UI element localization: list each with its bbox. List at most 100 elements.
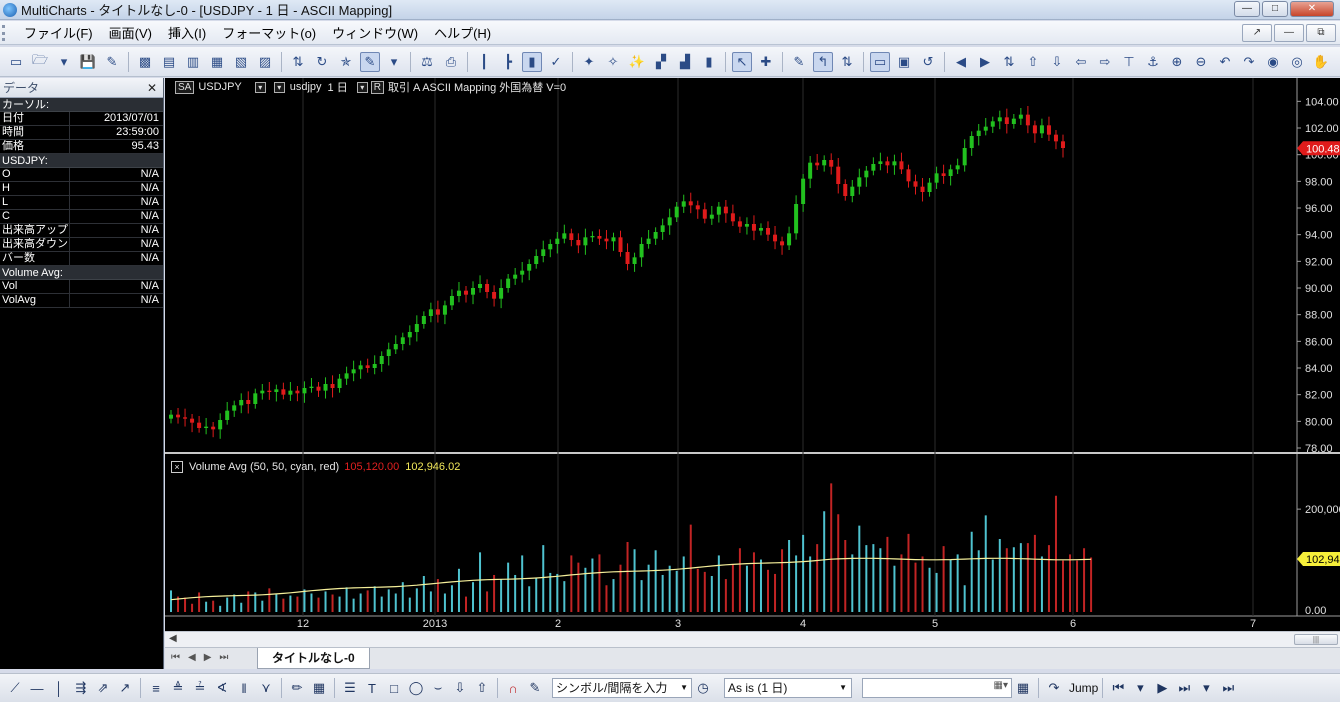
move-right-icon[interactable]: ⇨: [1095, 52, 1115, 72]
step-forward-icon[interactable]: ⏭: [1175, 678, 1193, 698]
format-icon[interactable]: ✯: [336, 52, 356, 72]
tick-bar-icon[interactable]: ▮: [699, 52, 719, 72]
rectangle-icon[interactable]: □: [385, 678, 403, 698]
fib-time-icon[interactable]: ≟: [191, 678, 209, 698]
time-zones-icon[interactable]: ‖: [235, 678, 253, 698]
scroll-left-arrow-icon[interactable]: ◀: [169, 633, 177, 644]
scanner-window-icon[interactable]: ▤: [159, 52, 179, 72]
data-window-icon[interactable]: ▭: [870, 51, 890, 72]
scrollbar-thumb[interactable]: |||: [1294, 634, 1338, 645]
tab-untitled[interactable]: タイトルなし-0: [257, 648, 370, 669]
menu-insert[interactable]: 挿入(I): [160, 23, 214, 42]
insert-indicator-icon[interactable]: ⇅: [288, 52, 308, 72]
grid-icon[interactable]: ▦: [310, 678, 328, 698]
anchor-icon[interactable]: ⚓: [1143, 52, 1163, 72]
close-icon[interactable]: ✕: [147, 78, 157, 98]
zoom-out-icon[interactable]: ⊖: [1191, 52, 1211, 72]
comment-icon[interactable]: ✎: [789, 52, 809, 72]
chart-window-icon[interactable]: ▩: [135, 52, 155, 72]
r-chip[interactable]: R: [370, 80, 384, 94]
point-figure-icon[interactable]: ✦: [579, 52, 599, 72]
menu-file[interactable]: ファイル(F): [16, 23, 101, 42]
dom-window-icon[interactable]: ▥: [183, 52, 203, 72]
regression-icon[interactable]: ⇗: [94, 678, 112, 698]
toolbar-grip[interactable]: [2, 24, 16, 41]
save-icon[interactable]: 💾: [78, 52, 98, 72]
volume-bar-icon[interactable]: ▟: [675, 52, 695, 72]
arrow-up-icon[interactable]: ⇧: [473, 678, 491, 698]
jump-button[interactable]: Jump: [1069, 681, 1098, 695]
refresh-icon[interactable]: ↺: [918, 52, 938, 72]
menu-format[interactable]: フォーマット(o): [214, 23, 324, 42]
pencil-icon[interactable]: ✏: [288, 678, 306, 698]
image-icon[interactable]: ▣: [894, 52, 914, 72]
vertical-line-icon[interactable]: │: [50, 678, 68, 698]
draw-tool-dropdown-icon[interactable]: ▾: [384, 52, 404, 72]
eye-alt-icon[interactable]: ◎: [1287, 52, 1307, 72]
trendline-icon[interactable]: ⟋: [6, 678, 24, 698]
arc-icon[interactable]: ⌣: [429, 678, 447, 698]
calendar-icon[interactable]: ▦▾: [994, 680, 1008, 691]
link-icon[interactable]: ⇅: [837, 52, 857, 72]
draw-tool-icon[interactable]: ✎: [360, 51, 380, 72]
move-left-icon[interactable]: ⇦: [1071, 52, 1091, 72]
save-as-icon[interactable]: ✎: [102, 52, 122, 72]
go-last-icon[interactable]: ⏭: [1219, 678, 1237, 698]
insert-signal-icon[interactable]: ↻: [312, 52, 332, 72]
redo-icon[interactable]: ↷: [1239, 52, 1259, 72]
chevron-down-icon[interactable]: ▾: [273, 81, 285, 93]
go-first-icon[interactable]: ⏮: [1109, 678, 1127, 698]
mdi-maximize-button[interactable]: ⧉: [1306, 24, 1336, 42]
price-volume-chart[interactable]: 12 2013 2 3 4 5 6 7104.00102.00100.0098.0096.00…: [165, 78, 1340, 631]
andrews-pitchfork-icon[interactable]: ⋎: [257, 678, 275, 698]
candlestick-chart-icon[interactable]: ▮: [522, 51, 542, 72]
calendar-table-icon[interactable]: ▦: [1014, 678, 1032, 698]
order-window-icon[interactable]: ▧: [231, 52, 251, 72]
chevron-down-icon[interactable]: ▼: [680, 679, 688, 697]
magnet-icon[interactable]: ∩: [504, 678, 522, 698]
chevron-down-icon[interactable]: ▾: [254, 81, 266, 93]
bar-spacing-down-icon[interactable]: ⇩: [1047, 52, 1067, 72]
range-bar-icon[interactable]: ▞: [651, 52, 671, 72]
open-folder-icon[interactable]: 🗁: [30, 52, 50, 72]
jump-icon[interactable]: ↷: [1045, 678, 1063, 698]
horizontal-scrollbar[interactable]: ◀ |||: [165, 631, 1340, 647]
close-window-button[interactable]: ✕: [1290, 1, 1334, 17]
data-tips-icon[interactable]: ↰: [813, 51, 833, 72]
gann-fan-icon[interactable]: ∢: [213, 678, 231, 698]
eye-icon[interactable]: ◉: [1263, 52, 1283, 72]
chevron-down-icon[interactable]: ▼: [839, 679, 847, 697]
close-study-icon[interactable]: ×: [171, 461, 183, 473]
date-jump-input[interactable]: ▦▾: [862, 678, 1012, 698]
ohlc-chart-icon[interactable]: ┣: [498, 52, 518, 72]
chevron-down-icon[interactable]: ▾: [1197, 678, 1215, 698]
dropdown-arrow-icon[interactable]: ▾: [54, 52, 74, 72]
zoom-fit-icon[interactable]: ⇅: [999, 52, 1019, 72]
new-workspace-icon[interactable]: ▭: [6, 52, 26, 72]
minimize-button[interactable]: —: [1234, 1, 1260, 17]
bar-chart-icon[interactable]: ┃: [474, 52, 494, 72]
line-chart-icon[interactable]: ✓: [546, 52, 566, 72]
scroll-right-icon[interactable]: ▶: [975, 52, 995, 72]
clock-icon[interactable]: ◷: [694, 678, 712, 698]
chart-window[interactable]: 12 2013 2 3 4 5 6 7 104.00 102.00 100.00 98.00 96.00…: [165, 78, 1340, 631]
channel-icon[interactable]: ⇶: [72, 678, 90, 698]
next-tab-icon[interactable]: ▶: [204, 652, 212, 663]
first-tab-icon[interactable]: ⏮: [171, 652, 180, 663]
text-list-icon[interactable]: ☰: [341, 678, 359, 698]
renko-icon[interactable]: ✨: [627, 52, 647, 72]
report-window-icon[interactable]: ▨: [255, 52, 275, 72]
prev-tab-icon[interactable]: ◀: [188, 652, 196, 663]
mdi-restore-icon[interactable]: ↗: [1242, 24, 1272, 42]
pointer-cursor-icon[interactable]: ↖: [732, 51, 752, 72]
chevron-down-icon[interactable]: ▾: [356, 81, 368, 93]
arrow-down-icon[interactable]: ⇩: [451, 678, 469, 698]
pin-icon[interactable]: ⊤: [1119, 52, 1139, 72]
zoom-in-icon[interactable]: ⊕: [1167, 52, 1187, 72]
arrow-line-icon[interactable]: ↗: [116, 678, 134, 698]
text-icon[interactable]: T: [363, 678, 381, 698]
resolution-select[interactable]: As is (1 日) ▼: [724, 678, 852, 698]
ellipse-icon[interactable]: ◯: [407, 678, 425, 698]
strategy-icon[interactable]: ⚖: [417, 52, 437, 72]
sa-chip[interactable]: SA: [175, 80, 195, 94]
